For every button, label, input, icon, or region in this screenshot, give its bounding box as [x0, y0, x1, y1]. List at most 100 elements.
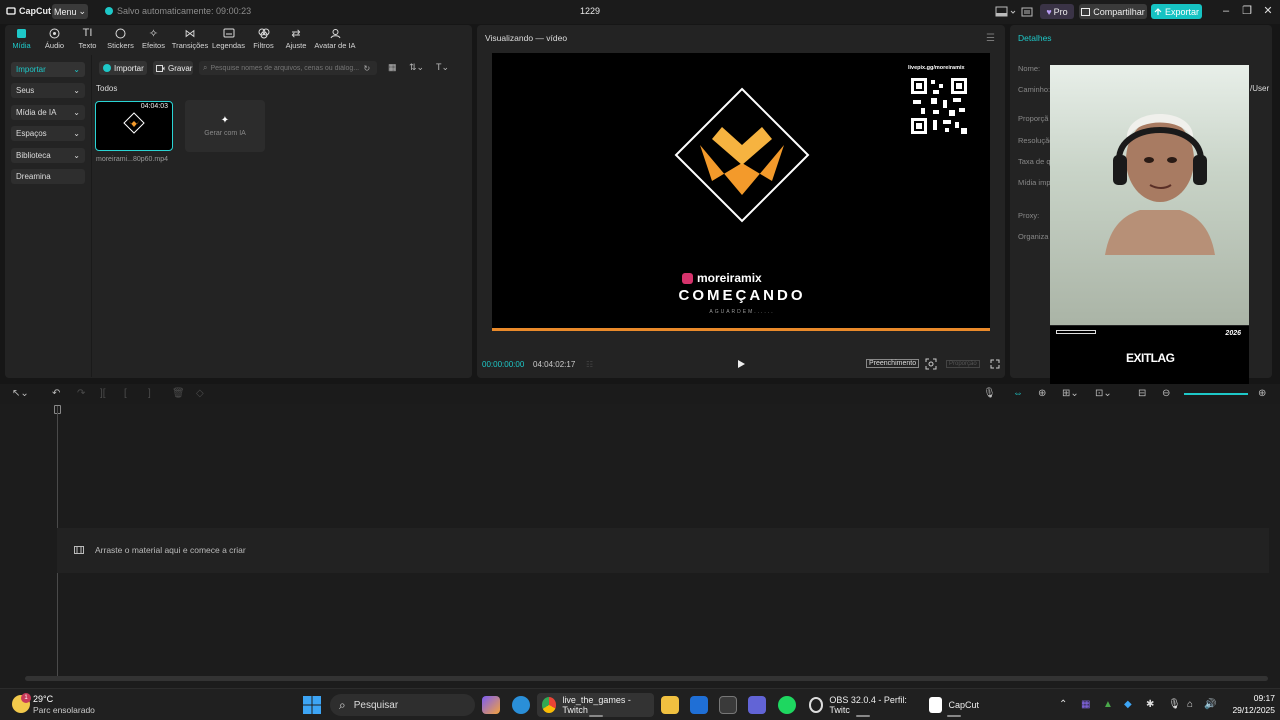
tab-filters[interactable]: Filtros	[247, 27, 280, 53]
restore-icon[interactable]: ❐	[1238, 4, 1256, 19]
side-nav-spaces[interactable]: Espaços ⌄	[11, 126, 85, 142]
menu-button[interactable]: Menu ⌄	[52, 4, 88, 19]
video-canvas[interactable]: livepix.gg/moreiramix moreiramix COMEÇAN…	[492, 53, 990, 331]
outlook-icon[interactable]	[690, 696, 708, 714]
windows-start-icon[interactable]	[303, 696, 321, 714]
grid-view-icon[interactable]: ▦	[388, 62, 397, 74]
webcam-overlay	[1050, 65, 1249, 325]
timeline-area[interactable]: Arraste o material aqui e comece a criar	[0, 404, 1280, 688]
tab-label: Ajuste	[285, 41, 307, 50]
volume-icon[interactable]: 🔊	[1204, 699, 1216, 710]
screenshot-icon[interactable]	[925, 358, 937, 370]
clock-date[interactable]: 29/12/2025	[1225, 705, 1275, 715]
side-nav-ai-media[interactable]: Mídia de IA ⌄	[11, 104, 85, 120]
select-cursor-icon[interactable]: ↖⌄	[12, 388, 29, 399]
project-title[interactable]: 1229	[570, 6, 610, 16]
tab-label: Filtros	[253, 41, 274, 50]
side-nav-library[interactable]: Biblioteca ⌄	[11, 147, 85, 163]
zoom-in-icon[interactable]: ⊕	[1258, 388, 1266, 399]
shield-icon[interactable]: ◇	[196, 388, 204, 399]
timeline-scrollbar[interactable]	[25, 676, 1268, 681]
microphone-icon[interactable]: 🎙	[1168, 699, 1181, 710]
ratio-button[interactable]: Proporção	[946, 360, 980, 368]
import-button[interactable]: Importar	[99, 61, 147, 75]
layout-icon[interactable]	[995, 6, 1017, 18]
split-left-icon[interactable]: [	[124, 388, 127, 399]
link-icon[interactable]: ⇔	[1013, 388, 1023, 399]
fit-icon[interactable]: ⊟	[1138, 388, 1146, 399]
side-nav-import[interactable]: Importar ⌄	[11, 62, 85, 77]
edge-icon[interactable]	[512, 696, 530, 714]
split-right-icon[interactable]: ]	[148, 388, 151, 399]
tab-text[interactable]: TI Texto	[71, 27, 104, 53]
tab-media[interactable]: Mídia	[5, 27, 38, 53]
zoom-slider[interactable]	[1184, 393, 1248, 395]
exitlag-overlay: 2026 EXITLAG	[1050, 326, 1249, 390]
taskbar-capcut-window[interactable]: CapCut	[924, 693, 984, 717]
media-clip-thumbnail[interactable]: 04:04:03	[95, 101, 173, 151]
weather-temperature[interactable]: 29°C	[33, 694, 53, 704]
taskbar-obs-window[interactable]: OBS 32.0.4 - Perfil: Twitc	[804, 693, 921, 717]
play-icon[interactable]	[736, 359, 746, 369]
sort-icon[interactable]: ⇅⌄	[409, 62, 424, 74]
generate-ai-button[interactable]: ✦ Gerar com IA	[185, 100, 265, 152]
tab-ai-avatar[interactable]: Avatar de IA	[312, 27, 358, 53]
refresh-icon[interactable]: ↻	[363, 64, 370, 73]
media-search-input[interactable]	[210, 64, 361, 72]
shortcut-icon[interactable]	[1021, 6, 1033, 18]
weather-description[interactable]: Parc ensolarado	[33, 705, 95, 715]
tab-captions[interactable]: Legendas	[210, 27, 247, 53]
snap-icon[interactable]: ⊞⌄	[1062, 388, 1079, 399]
pro-button[interactable]: ♥ Pro	[1040, 4, 1074, 19]
generate-ai-label: Gerar com IA	[204, 130, 246, 137]
file-explorer-icon[interactable]	[661, 696, 679, 714]
magnet-icon[interactable]: ⊕	[1038, 388, 1046, 399]
microphone-icon[interactable]: 🎙	[983, 388, 996, 399]
bluetooth-icon[interactable]: ✱	[1146, 699, 1154, 710]
chevron-down-icon: ⌄	[73, 150, 80, 160]
tab-stickers[interactable]: Stickers	[104, 27, 137, 53]
chevron-up-icon[interactable]: ⌃	[1059, 699, 1067, 710]
list-icon[interactable]: ☷	[586, 360, 593, 369]
filter-type-icon[interactable]: T⌄	[436, 62, 449, 74]
share-button[interactable]: Compartilhar	[1079, 4, 1147, 19]
fill-mode-button[interactable]: Preenchimento	[866, 359, 920, 368]
detail-organize-label: Organiza	[1018, 232, 1049, 241]
record-button[interactable]: Gravar	[153, 61, 193, 75]
zoom-out-icon[interactable]: ⊖	[1162, 388, 1170, 399]
nvidia-icon[interactable]: ▲	[1103, 699, 1113, 710]
delete-icon[interactable]: 🗑	[172, 388, 185, 399]
network-icon[interactable]: ⌂	[1187, 699, 1193, 710]
copilot-icon[interactable]	[482, 696, 500, 714]
taskbar-search[interactable]: ⌕ Pesquisar	[330, 694, 475, 716]
tab-adjust[interactable]: ⇄ Ajuste	[280, 27, 312, 53]
preview-axis-icon[interactable]: ⊡⌄	[1095, 388, 1112, 399]
teams-icon[interactable]	[748, 696, 766, 714]
orange-accent-bar	[492, 328, 990, 331]
spotify-icon[interactable]	[778, 696, 796, 714]
tray-network-app-icon[interactable]: ◆	[1124, 699, 1132, 710]
split-icon[interactable]: ][	[100, 388, 106, 399]
minimize-icon[interactable]: –	[1217, 4, 1235, 19]
taskbar-chrome-window[interactable]: live_the_games - Twitch	[537, 693, 654, 717]
fullscreen-icon[interactable]	[990, 359, 1000, 369]
film-icon	[74, 546, 84, 554]
side-nav-dreamina[interactable]: Dreamina	[11, 168, 85, 184]
tab-effects[interactable]: ✧ Efeitos	[137, 27, 170, 53]
chrome-icon	[542, 697, 557, 713]
tray-app-icon[interactable]: ▦	[1081, 699, 1090, 710]
tab-transitions[interactable]: ⋈ Transições	[170, 27, 210, 53]
tab-audio[interactable]: Áudio	[38, 27, 71, 53]
brand-logo-icon	[674, 87, 810, 223]
side-nav-yours[interactable]: Seus ⌄	[11, 83, 85, 99]
section-label: Todos	[96, 84, 118, 93]
close-icon[interactable]: ✕	[1259, 4, 1277, 19]
hamburger-icon[interactable]: ☰	[986, 33, 995, 44]
store-icon[interactable]	[719, 696, 737, 714]
export-button[interactable]: Exportar	[1151, 4, 1202, 19]
redo-icon[interactable]: ↷	[77, 388, 85, 399]
clock-time[interactable]: 09:17	[1235, 693, 1275, 703]
side-nav-label: Seus	[16, 86, 35, 96]
undo-icon[interactable]: ↶	[52, 388, 60, 399]
share-label: Compartilhar	[1093, 6, 1145, 17]
